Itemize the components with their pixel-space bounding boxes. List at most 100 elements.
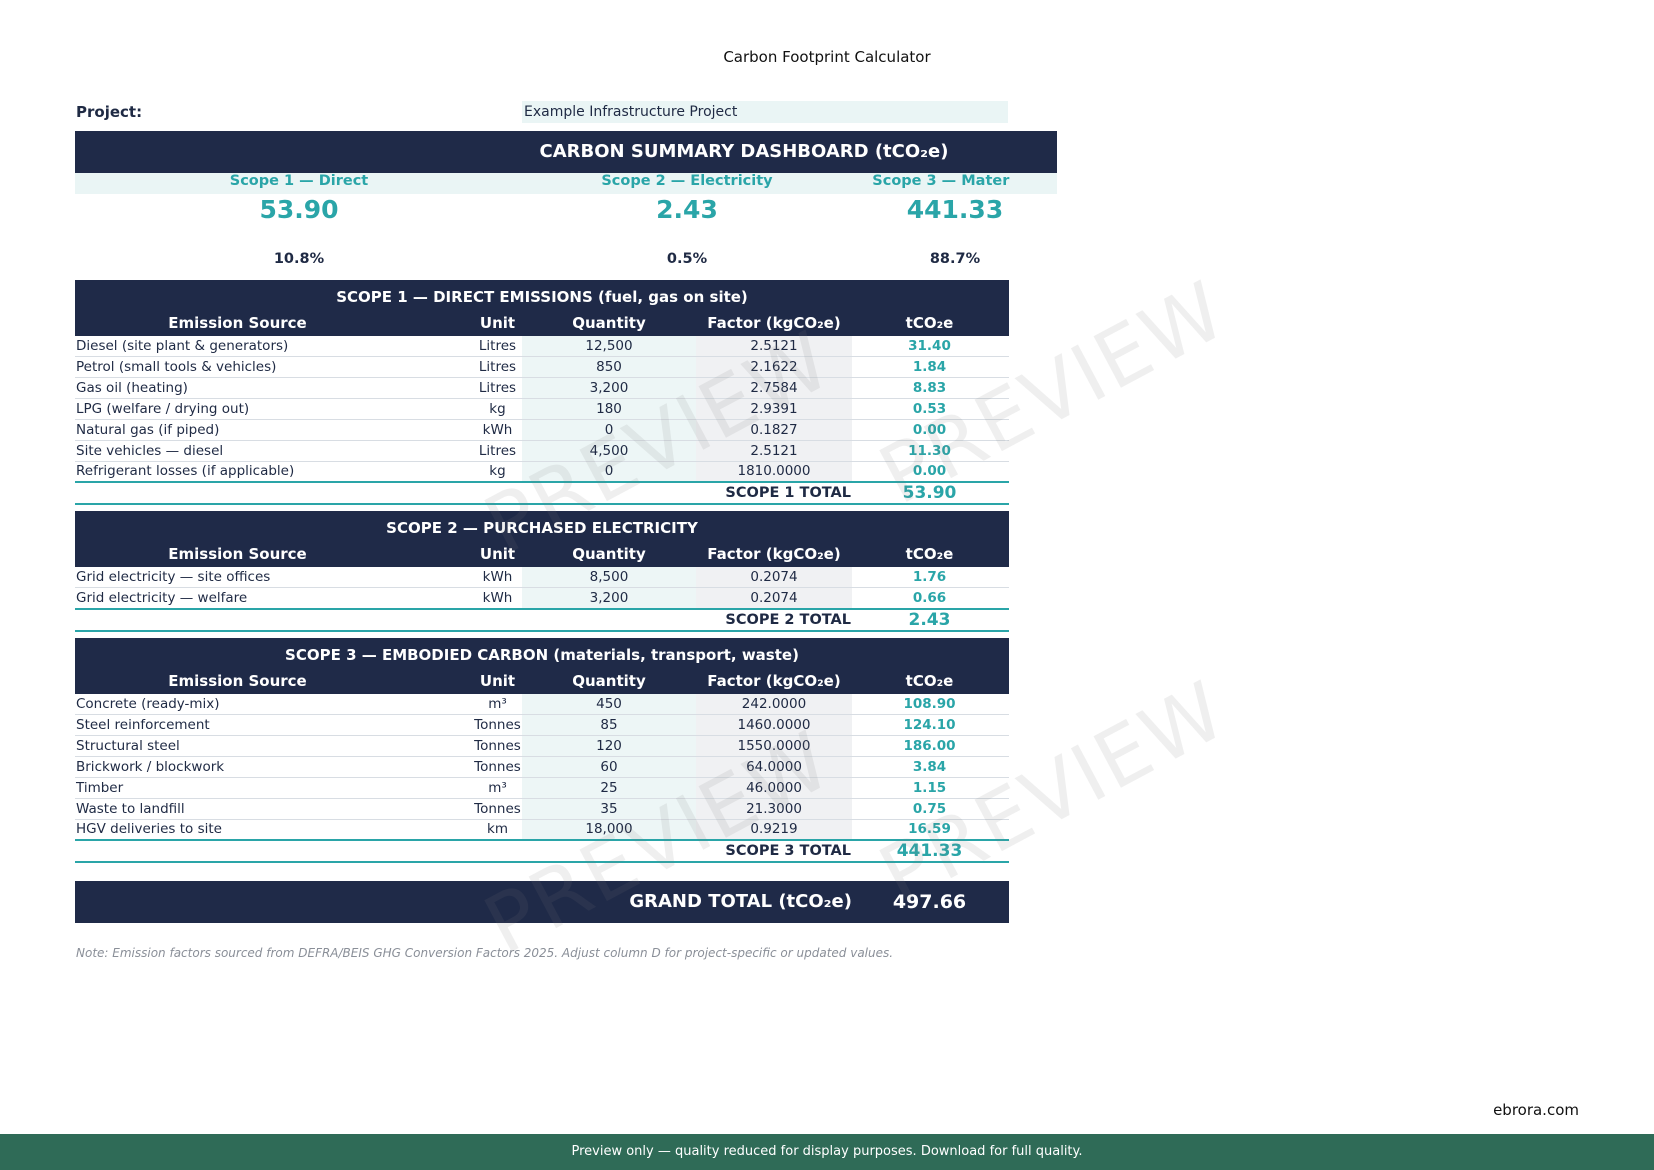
quantity-cell[interactable]: 180 [522, 399, 696, 419]
table-row: LPG (welfare / drying out) kg 180 2.9391 0.5… [75, 399, 1009, 420]
emission-source-cell: Timber [76, 779, 124, 796]
emission-source-cell: Concrete (ready-mix) [76, 696, 220, 712]
tco2e-cell: 0.75 [912, 800, 947, 817]
tco2e-cell: 0.53 [912, 400, 947, 417]
table-row: Grid electricity — welfare kWh 3,200 0.2074… [75, 588, 1009, 609]
table-row: Structural steel Tonnes 120 1550.0000 186.00 [75, 736, 1009, 757]
tco2e-cell: 108.90 [903, 696, 956, 712]
emission-source-cell: Gas oil (heating) [76, 379, 188, 396]
quantity-cell[interactable]: 120 [522, 736, 696, 756]
quantity-cell[interactable]: 85 [522, 715, 696, 735]
scope1-section-title: SCOPE 1 — DIRECT EMISSIONS (fuel, gas on… [75, 280, 1009, 314]
factor-cell[interactable]: 1550.0000 [696, 736, 852, 756]
emission-source-cell: Natural gas (if piped) [76, 421, 220, 438]
factor-cell[interactable]: 46.0000 [696, 778, 852, 798]
quantity-cell[interactable]: 60 [522, 757, 696, 777]
quantity-cell[interactable]: 0 [522, 461, 696, 481]
quantity-cell[interactable]: 18,000 [522, 819, 696, 839]
emission-source-cell: Refrigerant losses (if applicable) [76, 463, 295, 480]
project-label: Project: [76, 103, 143, 121]
col-quantity: Quantity [572, 314, 646, 332]
col-factor: Factor (kgCO₂e) [707, 545, 841, 563]
factor-cell[interactable]: 2.7584 [696, 378, 852, 398]
quantity-cell[interactable]: 8,500 [522, 567, 696, 587]
col-quantity: Quantity [572, 545, 646, 563]
scope1-column-header: Emission Source Unit Quantity Factor (kg… [75, 314, 1009, 336]
table-row: HGV deliveries to site km 18,000 0.9219 16.5… [75, 819, 1009, 841]
scope-value: 53.90 [259, 195, 339, 224]
table-row: Brickwork / blockwork Tonnes 60 64.0000 3.84 [75, 757, 1009, 778]
emission-source-cell: Grid electricity — welfare [76, 589, 248, 606]
col-emission-source: Emission Source [168, 672, 307, 690]
factor-cell[interactable]: 2.1622 [696, 357, 852, 377]
grand-total-bar: GRAND TOTAL (tCO₂e) 497.66 [75, 881, 1009, 923]
tco2e-cell: 1.84 [912, 358, 947, 375]
tco2e-cell: 186.00 [903, 737, 956, 754]
table-row: Steel reinforcement Tonnes 85 1460.0000 124.… [75, 715, 1009, 736]
dashboard-header: CARBON SUMMARY DASHBOARD (tCO₂e) [75, 131, 1057, 173]
scope-value: 441.33 [906, 195, 1004, 224]
tco2e-cell: 0.00 [912, 463, 947, 480]
project-name-field[interactable]: Example Infrastructure Project [522, 101, 1008, 123]
scope2-total-value: 2.43 [908, 610, 951, 630]
quantity-cell[interactable]: 12,500 [522, 336, 696, 356]
factor-cell[interactable]: 2.9391 [696, 399, 852, 419]
emission-source-cell: HGV deliveries to site [76, 821, 222, 838]
scope3-total-label: SCOPE 3 TOTAL [725, 843, 851, 859]
quantity-cell[interactable]: 850 [522, 357, 696, 377]
factor-cell[interactable]: 2.5121 [696, 336, 852, 356]
quantity-cell[interactable]: 35 [522, 799, 696, 819]
tco2e-cell: 1.76 [912, 569, 947, 585]
table-row: Waste to landfill Tonnes 35 21.3000 0.75 [75, 799, 1009, 820]
emission-source-cell: Brickwork / blockwork [76, 758, 225, 775]
scope3-column-header: Emission Source Unit Quantity Factor (kg… [75, 672, 1009, 694]
scope-value: 2.43 [656, 195, 718, 224]
table-row: Petrol (small tools & vehicles) Litres 850… [75, 357, 1009, 378]
col-tco2e: tCO₂e [905, 314, 954, 332]
factor-cell[interactable]: 1460.0000 [696, 715, 852, 735]
factor-cell[interactable]: 21.3000 [696, 799, 852, 819]
scope1-total-value: 53.90 [902, 483, 957, 503]
tco2e-cell: 124.10 [903, 716, 956, 733]
table-row: Timber m³ 25 46.0000 1.15 [75, 778, 1009, 799]
table-row: Concrete (ready-mix) m³ 450 242.0000 108.90 [75, 694, 1009, 715]
factor-cell[interactable]: 0.1827 [696, 420, 852, 440]
factor-cell[interactable]: 1810.0000 [696, 461, 852, 481]
scope2-total-label: SCOPE 2 TOTAL [725, 612, 851, 628]
factor-cell[interactable]: 0.2074 [696, 588, 852, 608]
col-emission-source: Emission Source [168, 314, 307, 332]
table-row: Gas oil (heating) Litres 3,200 2.7584 8.83 [75, 378, 1009, 399]
factor-cell[interactable]: 2.5121 [696, 441, 852, 461]
brand-link[interactable]: ebrora.com [1493, 1101, 1579, 1119]
quantity-cell[interactable]: 4,500 [522, 441, 696, 461]
tco2e-cell: 0.00 [912, 421, 947, 438]
tco2e-cell: 31.40 [908, 338, 951, 354]
scope1-total-label: SCOPE 1 TOTAL [725, 485, 851, 501]
factor-cell[interactable]: 64.0000 [696, 757, 852, 777]
quantity-cell[interactable]: 450 [522, 694, 696, 714]
tco2e-cell: 0.66 [912, 589, 947, 606]
quantity-cell[interactable]: 3,200 [522, 588, 696, 608]
quantity-cell[interactable]: 3,200 [522, 378, 696, 398]
quantity-cell[interactable]: 0 [522, 420, 696, 440]
col-factor: Factor (kgCO₂e) [707, 314, 841, 332]
tco2e-cell: 16.59 [908, 821, 951, 838]
factor-cell[interactable]: 242.0000 [696, 694, 852, 714]
factor-cell[interactable]: 0.9219 [696, 819, 852, 839]
dashboard-title: CARBON SUMMARY DASHBOARD (tCO₂e) [539, 141, 949, 162]
col-quantity: Quantity [572, 672, 646, 690]
scope2-section-title: SCOPE 2 — PURCHASED ELECTRICITY [75, 511, 1009, 545]
scope2-column-header: Emission Source Unit Quantity Factor (kg… [75, 545, 1009, 567]
emission-source-cell: Diesel (site plant & generators) [76, 338, 289, 354]
emission-source-cell: Structural steel [76, 737, 180, 754]
factor-cell[interactable]: 0.2074 [696, 567, 852, 587]
col-emission-source: Emission Source [168, 545, 307, 563]
grand-total-value: 497.66 [892, 891, 967, 913]
table-row: Natural gas (if piped) kWh 0 0.1827 0.00 [75, 420, 1009, 441]
scope3-total-row: SCOPE 3 TOTAL 441.33 [75, 839, 1009, 863]
dashboard-scope-3: Scope 3 — Materials 441.33 88.7% [852, 173, 1010, 293]
quantity-cell[interactable]: 25 [522, 778, 696, 798]
scope-percent: 88.7% [929, 251, 981, 267]
col-factor: Factor (kgCO₂e) [707, 672, 841, 690]
preview-notice-bar: Preview only — quality reduced for displ… [0, 1134, 1654, 1170]
